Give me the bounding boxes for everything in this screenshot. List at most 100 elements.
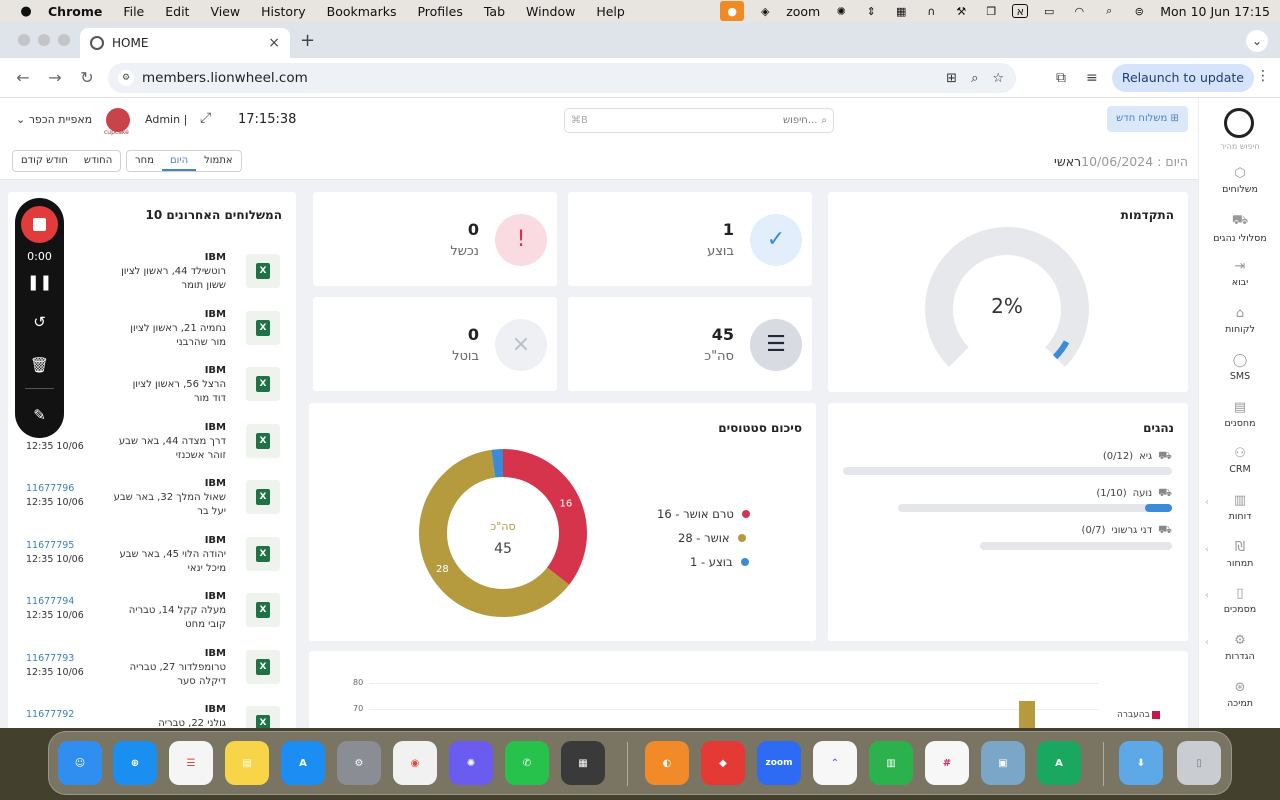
sidebar-item[interactable]: ‹ ₪ תמחור bbox=[1199, 540, 1280, 569]
notes-icon[interactable]: ▤ bbox=[225, 741, 269, 785]
excel-icon[interactable]: X bbox=[246, 367, 280, 401]
zoom-tray-label[interactable]: zoom bbox=[786, 4, 820, 19]
whatsapp-icon[interactable]: ✆ bbox=[505, 741, 549, 785]
yesterday-button[interactable]: אתמול bbox=[196, 151, 240, 171]
excel-icon[interactable]: X bbox=[246, 593, 280, 627]
restart-icon[interactable]: ↺ bbox=[15, 313, 64, 331]
zoom-app-icon[interactable]: zoom bbox=[757, 741, 801, 785]
excel-icon[interactable]: X bbox=[246, 706, 280, 728]
shipment-id-link[interactable]: 11677795 bbox=[26, 540, 74, 551]
lionwheel-logo-icon[interactable] bbox=[1224, 108, 1254, 138]
close-tab-icon[interactable]: × bbox=[268, 35, 280, 51]
admin-label[interactable]: Admin | bbox=[145, 113, 187, 126]
shipment-row[interactable]: IBM מעלה קקל 14, טבריה קובי מחט X 11677794 12… bbox=[8, 591, 294, 648]
excel-icon[interactable]: X bbox=[246, 649, 280, 684]
shipment-row[interactable]: IBM שאול המלך 32, באר שבע יעל בר X 11677796 1… bbox=[8, 478, 294, 535]
menu-profiles[interactable]: Profiles bbox=[417, 4, 462, 19]
reload-icon[interactable]: ↻ bbox=[78, 68, 96, 87]
relaunch-button[interactable]: Relaunch to update bbox=[1111, 64, 1254, 92]
company-selector[interactable]: ⌄ מאפיית הכפר bbox=[16, 113, 92, 126]
stat-card-cancelled[interactable]: 0 בוטל × bbox=[313, 297, 557, 391]
calculator-icon[interactable]: ▦ bbox=[561, 741, 605, 785]
system-settings-icon[interactable]: ⚙ bbox=[337, 741, 381, 785]
app-store-icon[interactable]: A bbox=[281, 741, 325, 785]
battery-icon[interactable]: ▭ bbox=[1040, 3, 1058, 19]
excel-icon[interactable]: X bbox=[246, 536, 280, 571]
stat-card-failed[interactable]: 0 נכשל ! bbox=[313, 192, 557, 286]
site-info-icon[interactable]: ⚙ bbox=[118, 70, 134, 86]
anydesk-icon[interactable]: ◆ bbox=[701, 741, 745, 785]
shipment-id-link[interactable]: 11677796 bbox=[26, 483, 74, 494]
donut-slice-1[interactable] bbox=[503, 449, 587, 585]
brightness-icon[interactable]: ✺ bbox=[832, 3, 850, 19]
sidebar-item[interactable]: ▤ מחסנים bbox=[1199, 400, 1280, 429]
excel-icon[interactable]: X bbox=[246, 310, 280, 345]
menu-file[interactable]: File bbox=[123, 4, 144, 19]
clickup-icon[interactable]: ⌃ bbox=[813, 741, 857, 785]
tools-icon[interactable]: ⚒ bbox=[952, 3, 970, 19]
control-center-icon[interactable]: ⊜ bbox=[1130, 3, 1148, 19]
status-icon[interactable]: ◈ bbox=[756, 3, 774, 19]
wifi-icon[interactable]: ◠ bbox=[1070, 3, 1088, 19]
sidebar-item[interactable]: ◯ SMS bbox=[1199, 353, 1280, 382]
menu-bookmarks[interactable]: Bookmarks bbox=[327, 4, 397, 19]
driver-row[interactable]: (1/10) נועה ⛟ bbox=[1096, 486, 1172, 501]
numbers-icon[interactable]: ▥ bbox=[869, 741, 913, 785]
pause-icon[interactable]: ❚❚ bbox=[15, 273, 64, 291]
headphones-icon[interactable]: ∩ bbox=[922, 3, 940, 19]
apple-icon[interactable]: ● bbox=[18, 4, 34, 19]
sidebar-item[interactable]: ⚇ CRM bbox=[1199, 446, 1280, 475]
zoom-window-button[interactable] bbox=[58, 34, 70, 46]
shipment-id-link[interactable]: 11677793 bbox=[26, 653, 74, 664]
sidebar-item[interactable]: ‹ ▥ דוחות bbox=[1199, 493, 1280, 522]
extensions-icon[interactable]: ⧉ bbox=[1056, 70, 1066, 86]
this-month-button[interactable]: החודש bbox=[76, 151, 120, 171]
browser-tab[interactable]: HOME × bbox=[80, 28, 290, 58]
today-button[interactable]: היום bbox=[161, 151, 197, 171]
menu-history[interactable]: History bbox=[261, 4, 305, 19]
prev-month-button[interactable]: חודש קודם bbox=[13, 151, 76, 171]
stat-card-done[interactable]: 1 בוצע ✓ bbox=[568, 192, 812, 286]
sidebar-item[interactable]: ⇥ יבוא bbox=[1199, 259, 1280, 288]
microphone-icon[interactable]: ● bbox=[720, 1, 745, 21]
trash-bin-icon[interactable]: ▯ bbox=[1177, 741, 1221, 785]
expand-arrow-icon[interactable]: ‹ bbox=[1205, 497, 1209, 508]
safari-icon[interactable]: ⊕ bbox=[113, 741, 157, 785]
menu-view[interactable]: View bbox=[210, 4, 240, 19]
menu-window[interactable]: Window bbox=[526, 4, 575, 19]
expand-arrow-icon[interactable]: ‹ bbox=[1205, 590, 1209, 601]
expand-arrow-icon[interactable]: ‹ bbox=[1205, 544, 1209, 555]
zoom-icon[interactable]: ⌕ bbox=[971, 71, 978, 86]
legend-item-pending[interactable]: טרם אושר - 16 bbox=[657, 507, 750, 521]
perplexity-icon[interactable]: ✺ bbox=[449, 741, 493, 785]
excel-icon[interactable]: X bbox=[246, 423, 280, 458]
omnibox[interactable]: ⚙ members.lionwheel.com ⊞ ⌕ ☆ bbox=[108, 63, 1016, 93]
vpn-icon[interactable]: ◐ bbox=[645, 741, 689, 785]
sidebar-item[interactable]: ⊛ תמיכה bbox=[1199, 680, 1280, 709]
sidebar-item[interactable]: ‹ ⚙ הגדרות bbox=[1199, 633, 1280, 662]
menu-chrome[interactable]: Chrome bbox=[48, 4, 102, 19]
keyboard-icon[interactable]: ▦ bbox=[892, 3, 910, 19]
app-a-icon[interactable]: A bbox=[1037, 741, 1081, 785]
bookmark-star-icon[interactable]: ☆ bbox=[992, 71, 1004, 86]
tomorrow-button[interactable]: מחר bbox=[127, 151, 162, 171]
preview-icon[interactable]: ▣ bbox=[981, 741, 1025, 785]
slack-icon[interactable]: # bbox=[925, 741, 969, 785]
excel-icon[interactable]: X bbox=[246, 480, 280, 514]
stat-card-total[interactable]: 45 סה"כ ☰ bbox=[568, 297, 812, 391]
arrows-icon[interactable]: ⇕ bbox=[862, 3, 880, 19]
translate-icon[interactable]: ⊞ bbox=[946, 71, 957, 86]
minimize-window-button[interactable] bbox=[38, 34, 50, 46]
menu-help[interactable]: Help bbox=[596, 4, 625, 19]
menu-edit[interactable]: Edit bbox=[165, 4, 189, 19]
new-shipment-button[interactable]: משלוח חדש ⊞ bbox=[1107, 106, 1188, 132]
expand-arrow-icon[interactable]: ‹ bbox=[1205, 637, 1209, 648]
legend-item-approved[interactable]: אושר - 28 bbox=[678, 531, 746, 545]
pencil-icon[interactable]: ✎ bbox=[15, 406, 64, 424]
shipment-id-link[interactable]: 11677792 bbox=[26, 709, 74, 720]
downloads-folder-icon[interactable]: ⬇ bbox=[1119, 741, 1163, 785]
new-tab-icon[interactable]: + bbox=[300, 30, 315, 51]
sidebar-item[interactable]: ‹ ▯ מסמכים bbox=[1199, 586, 1280, 615]
back-icon[interactable]: ← bbox=[14, 68, 32, 87]
sidebar-item[interactable]: ⬡ משלוחים bbox=[1199, 166, 1280, 195]
